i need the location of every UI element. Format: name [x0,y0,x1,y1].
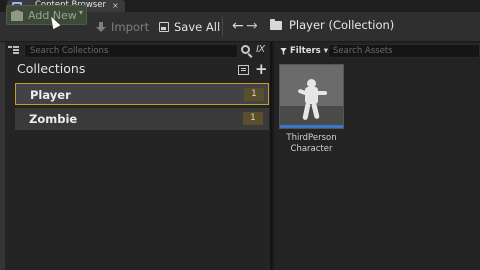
collections-title: Collections [17,61,86,76]
asset-thumbnail[interactable] [279,64,344,129]
filters-label: Filters [290,46,321,56]
search-assets-placeholder: Search Assets [333,46,393,56]
asset-name-line1: ThirdPerson [286,133,337,143]
chevron-down-icon: ▾ [79,8,84,17]
back-arrow-icon[interactable]: ← [232,17,244,35]
import-button[interactable]: Import [96,18,149,36]
breadcrumb-path[interactable]: Player (Collection) [289,18,394,32]
collection-name: Player [30,88,71,102]
asset-name-label[interactable]: ThirdPerson Character [279,133,344,155]
sources-toggle-icon[interactable] [8,46,19,55]
forward-arrow-icon[interactable]: → [246,17,258,35]
import-icon [96,22,106,32]
collection-count-badge: 1 [243,112,263,125]
search-collections-input[interactable]: Search Collections [24,44,238,58]
toolbar-divider [222,17,223,37]
filters-button[interactable]: Filters ▾ [280,45,328,57]
collection-item-player[interactable]: Player 1 [15,83,269,105]
sources-panel [0,42,272,270]
import-label: Import [111,20,150,34]
folder-icon [270,19,282,30]
asset-type-bar [280,125,343,128]
add-new-button[interactable]: Add New ▾ [6,5,87,25]
search-assets-input[interactable]: Search Assets [328,44,480,58]
collection-item-zombie[interactable]: Zombie 1 [15,108,269,130]
search-icon[interactable] [241,45,250,54]
search-collections-placeholder: Search Collections [30,46,109,56]
collection-view-icon[interactable] [238,65,249,75]
add-collection-icon[interactable]: + [255,60,268,78]
source-control-icon[interactable]: Ⅸ [256,44,265,56]
save-all-button[interactable]: Save All [159,18,220,36]
filter-icon [280,47,287,55]
collection-name: Zombie [29,112,78,126]
save-all-label: Save All [174,20,221,34]
sources-panel-edge [0,42,5,270]
close-tab-icon[interactable]: × [112,0,119,11]
collection-count-badge: 1 [244,88,264,101]
asset-name-line2: Character [290,144,333,154]
add-new-icon [11,10,23,21]
save-icon [159,22,169,32]
